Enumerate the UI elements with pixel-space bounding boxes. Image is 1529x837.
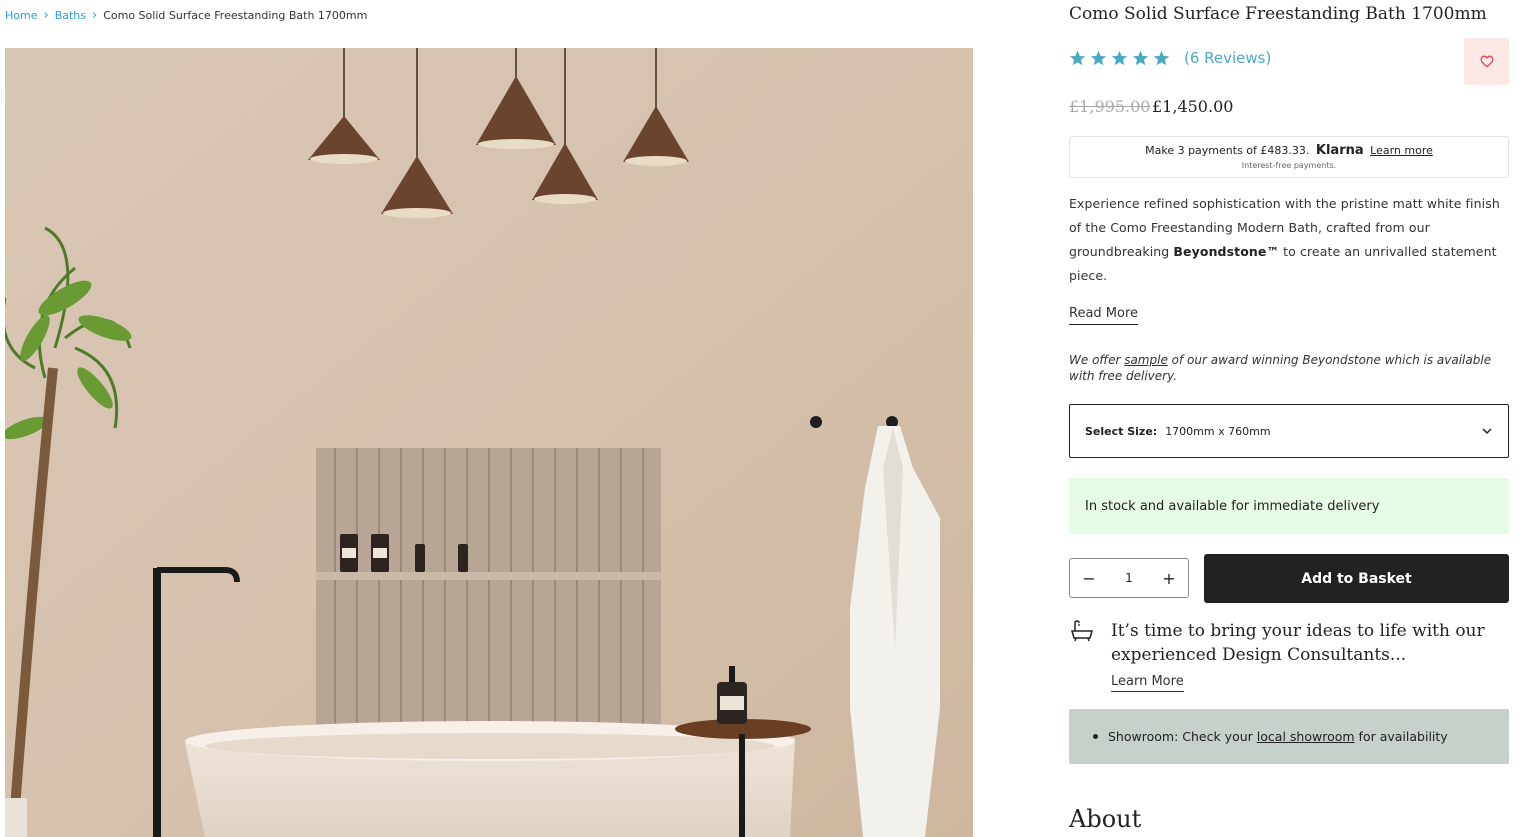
product-rating: (6 Reviews) [1069,49,1271,67]
showroom-banner: Showroom: Check your local showroom for … [1069,709,1509,764]
breadcrumb-home-link[interactable]: Home [5,9,37,22]
breadcrumb-current: Como Solid Surface Freestanding Bath 170… [103,9,368,22]
quantity-increase-button[interactable]: + [1150,559,1188,597]
size-select[interactable]: Select Size: 1700mm x 760mm [1069,404,1509,458]
klarna-text: Make 3 payments of £483.33. [1145,144,1310,157]
design-consultants-text: It’s time to bring your ideas to life wi… [1111,621,1485,665]
wishlist-button[interactable] [1464,38,1509,85]
size-select-label: Select Size: [1085,424,1158,438]
breadcrumb: Home › Baths › Como Solid Surface Freest… [5,9,367,22]
stock-status-text: In stock and available for immediate del… [1085,498,1380,514]
star-icon [1132,50,1149,65]
klarna-line: Make 3 payments of £483.33. Klarna Learn… [1070,143,1508,158]
description-brand: Beyondstone™ [1173,244,1280,259]
add-to-basket-button[interactable]: Add to Basket [1204,554,1509,603]
klarna-learn-more-link[interactable]: Learn more [1370,144,1433,157]
sale-price: £1,450.00 [1152,97,1234,116]
size-select-value: 1700mm x 760mm [1165,424,1271,438]
quantity-input[interactable] [1109,570,1149,586]
sample-note-text: We offer [1069,353,1125,367]
read-more-link[interactable]: Read More [1069,306,1139,325]
star-icon [1090,50,1107,65]
product-title: Como Solid Surface Freestanding Bath 170… [1069,4,1487,24]
klarna-subtext: Interest-free payments. [1241,161,1337,170]
stock-status: In stock and available for immediate del… [1069,478,1509,534]
showroom-text-start: Showroom: Check your [1108,729,1253,744]
star-icon [1111,50,1128,65]
quantity-stepper: − + [1069,558,1189,598]
product-image[interactable] [5,48,973,837]
original-price: £1,995.00 [1069,97,1151,116]
showroom-text-end: for availability [1358,729,1448,744]
bullet-icon [1093,734,1098,739]
klarna-banner: Make 3 payments of £483.33. Klarna Learn… [1069,136,1509,178]
local-showroom-link[interactable]: local showroom [1257,729,1355,744]
chevron-right-icon: › [43,8,49,23]
reviews-link[interactable]: (6 Reviews) [1184,49,1271,67]
bathtub-icon [1071,620,1093,642]
quantity-decrease-button[interactable]: − [1070,559,1108,597]
product-description: Experience refined sophistication with t… [1069,192,1514,288]
about-heading: About [1069,805,1142,833]
klarna-logo: Klarna [1315,143,1364,158]
sample-link[interactable]: sample [1124,353,1168,367]
chevron-right-icon: › [92,8,98,23]
heart-icon [1479,55,1494,68]
consultants-learn-more-link[interactable]: Learn More [1111,674,1184,692]
star-icon [1069,50,1086,65]
sample-note: We offer sample of our award winning Bey… [1069,352,1509,384]
chevron-down-icon [1482,428,1492,435]
breadcrumb-baths-link[interactable]: Baths [55,9,86,22]
showroom-text: Showroom: Check your local showroom for … [1093,729,1448,744]
star-icon [1153,50,1170,65]
